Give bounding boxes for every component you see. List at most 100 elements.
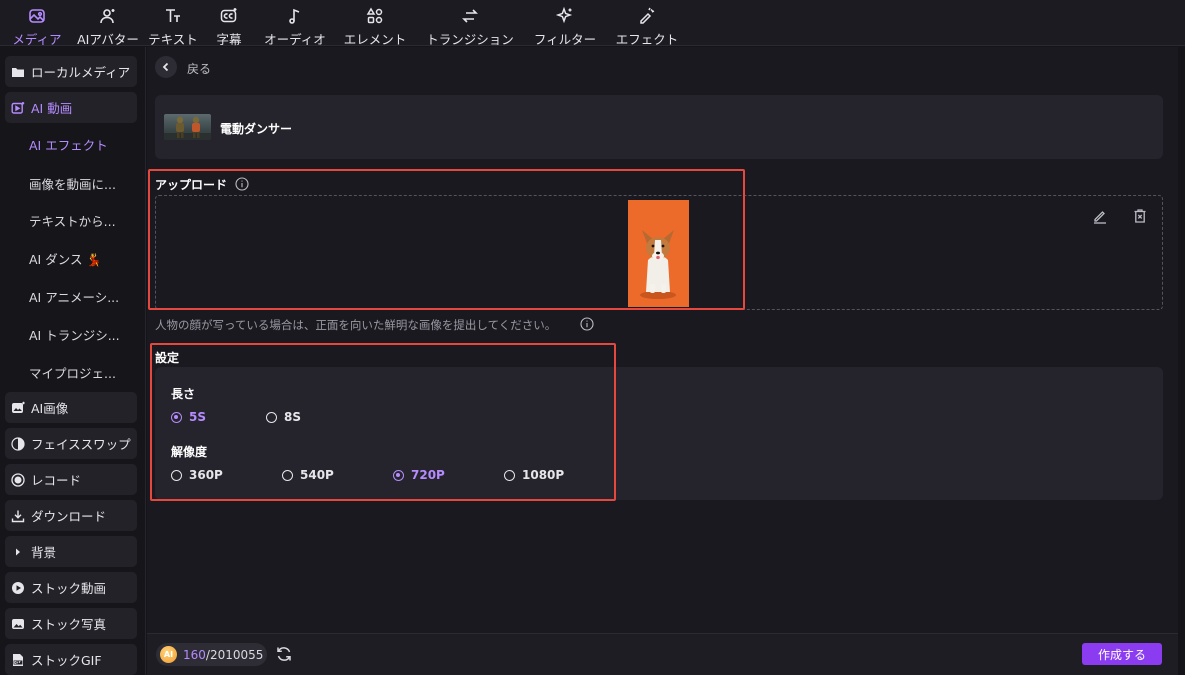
upload-hint: 人物の顔が写っている場合は、正面を向いた鮮明な画像を提出してください。 bbox=[155, 318, 557, 332]
settings-card: 長さ 5S 8S 解像度 360P 540P 720P 1080P bbox=[155, 367, 1163, 500]
refresh-icon[interactable] bbox=[275, 645, 293, 663]
radio-label: 540P bbox=[300, 468, 334, 482]
folder-icon bbox=[11, 65, 25, 79]
effect-name: 電動ダンサー bbox=[220, 122, 293, 136]
tab-ai-avatar[interactable]: AIアバター bbox=[70, 1, 146, 47]
tab-media[interactable]: メディア bbox=[4, 1, 70, 47]
delete-icon[interactable] bbox=[1132, 208, 1148, 224]
sidebar: ローカルメディア AI 動画 AI エフェクト 画像を動画に... テキストから… bbox=[0, 47, 146, 675]
effect-icon bbox=[637, 6, 657, 26]
sidebar-subitem-text-to-video[interactable]: テキストから... bbox=[29, 209, 139, 231]
sidebar-subitem-image-to-video[interactable]: 画像を動画に... bbox=[29, 172, 139, 194]
tab-transition-label: トランジション bbox=[426, 32, 514, 47]
tab-caption-label: 字幕 bbox=[216, 32, 242, 47]
sidebar-item-label: レコード bbox=[31, 473, 82, 488]
sidebar-subitem-ai-dance[interactable]: AI ダンス 💃 bbox=[29, 247, 139, 269]
create-button[interactable]: 作成する bbox=[1082, 643, 1162, 665]
info-icon[interactable] bbox=[580, 316, 594, 331]
sidebar-item-label: 背景 bbox=[31, 545, 57, 560]
upload-dropzone[interactable] bbox=[155, 195, 1163, 310]
tab-audio-label: オーディオ bbox=[264, 32, 326, 47]
tab-effect[interactable]: エフェクト bbox=[608, 1, 686, 47]
length-option-8s[interactable]: 8S bbox=[266, 410, 301, 424]
resolution-option-540p[interactable]: 540P bbox=[282, 468, 334, 482]
caret-right-icon bbox=[11, 545, 25, 559]
sidebar-item-label: ストック動画 bbox=[31, 581, 107, 596]
tab-audio[interactable]: オーディオ bbox=[258, 1, 332, 47]
radio-label: 720P bbox=[411, 468, 445, 482]
sidebar-item-ai-image[interactable]: AI画像 bbox=[5, 392, 137, 423]
tab-transition[interactable]: トランジション bbox=[418, 1, 522, 47]
length-label: 長さ bbox=[171, 387, 196, 401]
ai-image-icon bbox=[11, 401, 25, 415]
tab-effect-label: エフェクト bbox=[615, 32, 679, 47]
sidebar-item-ai-video[interactable]: AI 動画 bbox=[5, 92, 137, 123]
sidebar-subitem-ai-effect[interactable]: AI エフェクト bbox=[29, 133, 139, 155]
sidebar-subitem-ai-transition[interactable]: AI トランジシ... bbox=[29, 323, 139, 345]
credits-used: 160 bbox=[183, 647, 206, 662]
sidebar-item-label: ストックGIF bbox=[31, 653, 102, 668]
download-icon bbox=[11, 509, 25, 523]
ai-video-icon bbox=[11, 101, 25, 115]
effect-card: 電動ダンサー bbox=[155, 95, 1163, 159]
play-circle-icon bbox=[11, 581, 25, 595]
info-icon[interactable] bbox=[235, 176, 249, 191]
tab-ai-avatar-label: AIアバター bbox=[77, 32, 139, 47]
tab-filter[interactable]: フィルター bbox=[522, 1, 608, 47]
text-icon bbox=[163, 6, 183, 26]
tab-element[interactable]: エレメント bbox=[332, 1, 418, 47]
sidebar-subitem-my-projects[interactable]: マイプロジェ... bbox=[29, 361, 139, 383]
tab-text-label: テキスト bbox=[148, 32, 198, 47]
credits-total: /2010055 bbox=[205, 647, 264, 662]
bottom-bar: AI 160 /2010055 作成する bbox=[147, 633, 1178, 675]
radio-label: 5S bbox=[189, 410, 206, 424]
sidebar-subitem-ai-animation[interactable]: AI アニメーシ... bbox=[29, 285, 139, 307]
sidebar-item-record[interactable]: レコード bbox=[5, 464, 137, 495]
sidebar-item-stock-video[interactable]: ストック動画 bbox=[5, 572, 137, 603]
resolution-option-360p[interactable]: 360P bbox=[171, 468, 223, 482]
radio-label: 1080P bbox=[522, 468, 565, 482]
chevron-left-icon bbox=[160, 58, 172, 77]
sidebar-item-label: ストック写真 bbox=[31, 617, 107, 632]
audio-icon bbox=[285, 6, 305, 26]
tab-caption[interactable]: 字幕 bbox=[200, 1, 258, 47]
radio-label: 8S bbox=[284, 410, 301, 424]
tab-text[interactable]: テキスト bbox=[146, 1, 200, 47]
sidebar-item-label: フェイススワップ bbox=[31, 437, 131, 452]
length-option-5s[interactable]: 5S bbox=[171, 410, 206, 424]
edit-icon[interactable] bbox=[1092, 208, 1108, 224]
tab-filter-label: フィルター bbox=[533, 32, 597, 47]
sidebar-item-label: ダウンロード bbox=[31, 509, 107, 524]
avatar-icon bbox=[98, 6, 118, 26]
sidebar-item-face-swap[interactable]: フェイススワップ bbox=[5, 428, 137, 459]
sidebar-item-local-media[interactable]: ローカルメディア bbox=[5, 56, 137, 87]
tab-media-label: メディア bbox=[12, 32, 62, 47]
radio-label: 360P bbox=[189, 468, 223, 482]
top-toolbar: メディア AIアバター テキスト 字幕 オーディオ エレメント トランジション … bbox=[0, 0, 1185, 47]
resolution-option-720p[interactable]: 720P bbox=[393, 468, 445, 482]
back-button[interactable] bbox=[155, 56, 177, 78]
media-icon bbox=[27, 6, 47, 26]
sidebar-item-background[interactable]: 背景 bbox=[5, 536, 137, 567]
credit-counter: AI 160 /2010055 bbox=[156, 643, 267, 666]
sidebar-item-label: AI 動画 bbox=[31, 101, 73, 116]
main-panel: 戻る 電動ダンサー アップロード 人物の顔が写っている場合は、正面を向いた鮮明な… bbox=[147, 47, 1178, 633]
effect-thumbnail bbox=[164, 114, 211, 140]
photo-icon bbox=[11, 617, 25, 631]
sidebar-item-stock-photo[interactable]: ストック写真 bbox=[5, 608, 137, 639]
resolution-option-1080p[interactable]: 1080P bbox=[504, 468, 564, 482]
sidebar-item-label: AI画像 bbox=[31, 401, 69, 416]
sidebar-item-stock-gif[interactable]: ストックGIF bbox=[5, 644, 137, 675]
tab-element-label: エレメント bbox=[343, 32, 407, 47]
back-label[interactable]: 戻る bbox=[187, 60, 211, 77]
settings-title: 設定 bbox=[155, 351, 180, 365]
sidebar-item-label: ローカルメディア bbox=[31, 65, 131, 80]
radio-checked-icon bbox=[171, 411, 182, 423]
resolution-label: 解像度 bbox=[171, 445, 208, 459]
ai-coin-icon: AI bbox=[160, 646, 177, 663]
radio-unchecked-icon bbox=[171, 469, 182, 481]
radio-unchecked-icon bbox=[282, 469, 293, 481]
radio-unchecked-icon bbox=[504, 469, 515, 481]
element-icon bbox=[365, 6, 385, 26]
sidebar-item-download[interactable]: ダウンロード bbox=[5, 500, 137, 531]
